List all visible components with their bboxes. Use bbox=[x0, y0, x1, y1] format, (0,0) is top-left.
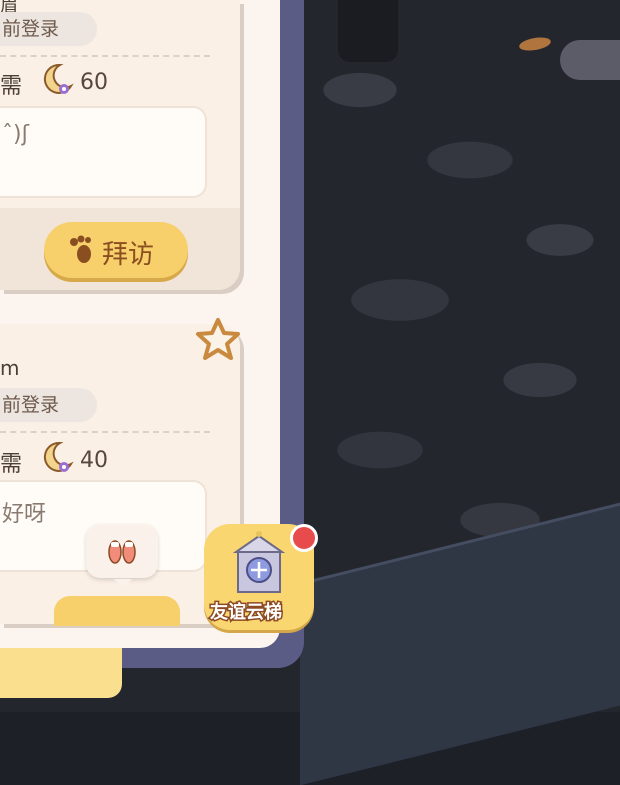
moon-value: 60 bbox=[80, 70, 108, 95]
moon-icon bbox=[43, 441, 74, 472]
friendship-ladder-label: 友谊云梯 bbox=[209, 601, 284, 625]
login-status-text: 前登录 bbox=[2, 394, 60, 416]
clock-tower-icon bbox=[232, 531, 286, 593]
footprint-icon bbox=[70, 235, 91, 263]
divider bbox=[0, 431, 210, 433]
slippers-icon bbox=[108, 540, 136, 564]
gift-bubble[interactable] bbox=[86, 524, 158, 588]
stat-label: 需 bbox=[0, 74, 23, 99]
divider bbox=[0, 55, 210, 57]
message-box: ˆ)ʃ bbox=[0, 106, 207, 198]
message-text: ˆ)ʃ bbox=[2, 122, 29, 147]
visit-button[interactable]: 拜访 bbox=[44, 222, 188, 278]
bottom-tab[interactable] bbox=[0, 648, 122, 698]
message-text: 好呀 bbox=[2, 502, 47, 527]
stat-label: 需 bbox=[0, 452, 23, 477]
visit-button[interactable] bbox=[54, 596, 180, 626]
login-status-text: 前登录 bbox=[2, 18, 60, 40]
friend-card: 眉 前登录 需 60 ˆ)ʃ 拜访 bbox=[0, 0, 240, 290]
visit-button-label: 拜访 bbox=[102, 240, 155, 270]
notification-dot bbox=[290, 524, 318, 552]
character-legs bbox=[338, 0, 398, 62]
login-status-badge: 前登录 bbox=[0, 388, 97, 422]
favorite-star-icon[interactable] bbox=[194, 316, 242, 362]
friend-name: m bbox=[0, 356, 20, 380]
moon-icon bbox=[43, 63, 74, 94]
moon-value: 40 bbox=[80, 448, 108, 473]
animal-tail bbox=[560, 40, 620, 80]
login-status-badge: 前登录 bbox=[0, 12, 97, 46]
